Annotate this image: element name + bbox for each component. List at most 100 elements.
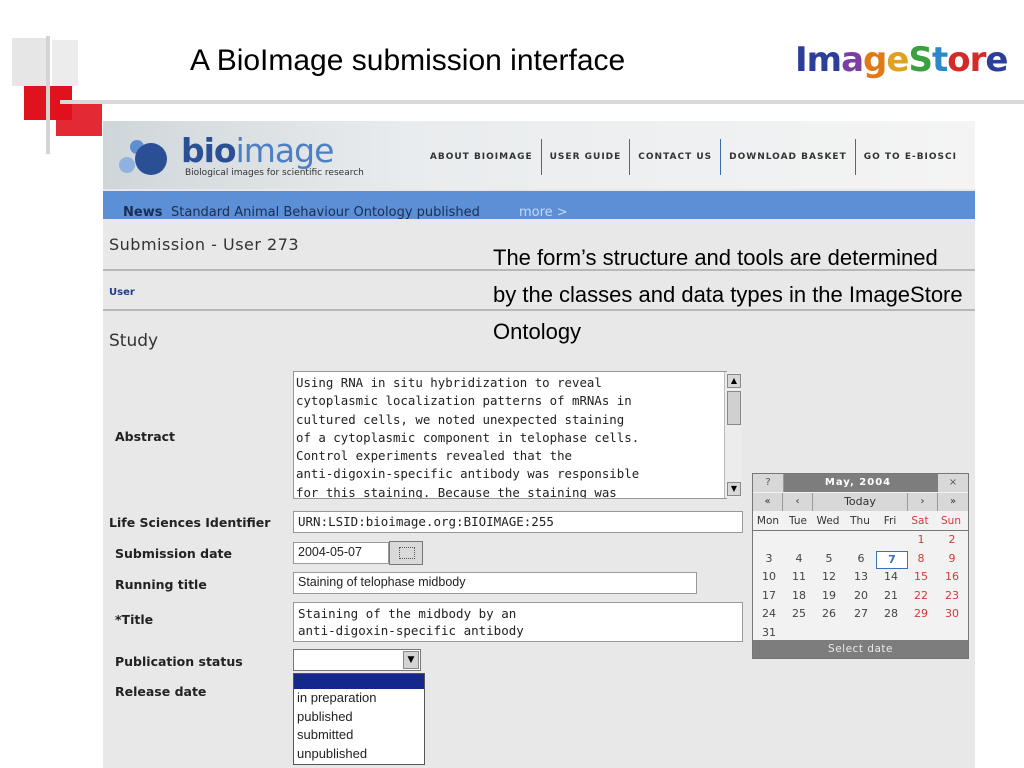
- calendar-day[interactable]: 15: [906, 569, 936, 585]
- bioimage-screenshot: bioimage Biological images for scientifi…: [103, 121, 975, 768]
- news-label: News: [123, 205, 163, 220]
- calendar-day[interactable]: 31: [754, 625, 784, 641]
- weekday-label: Thu: [850, 515, 870, 527]
- calendar-day[interactable]: 3: [754, 551, 784, 567]
- today-button[interactable]: Today: [813, 493, 908, 511]
- calendar-day[interactable]: 17: [754, 588, 784, 604]
- title-textarea[interactable]: Staining of the midbody by an anti-digox…: [293, 602, 743, 642]
- scroll-down-icon[interactable]: ▼: [727, 482, 741, 496]
- weekday-label: Wed: [816, 515, 840, 527]
- decor-block: [12, 38, 46, 86]
- logo-letter: t: [931, 40, 948, 80]
- calendar-picker-button[interactable]: [389, 541, 423, 565]
- release-date-label: Release date: [115, 684, 207, 699]
- user-link[interactable]: User: [109, 287, 135, 298]
- nav-download-basket[interactable]: DOWNLOAD BASKET: [721, 139, 856, 175]
- calendar-day[interactable]: 6: [846, 551, 876, 567]
- publication-status-label: Publication status: [115, 654, 243, 669]
- scroll-thumb[interactable]: [727, 391, 741, 425]
- calendar-day[interactable]: 19: [814, 588, 844, 604]
- calendar-day[interactable]: 14: [876, 569, 906, 585]
- calendar-day[interactable]: 30: [937, 606, 967, 622]
- calendar-day[interactable]: 27: [846, 606, 876, 622]
- weekday-label: Sat: [911, 515, 929, 527]
- help-icon[interactable]: ?: [753, 474, 784, 492]
- dropdown-option[interactable]: published: [294, 708, 424, 727]
- logo-letter: e: [985, 40, 1008, 80]
- abstract-label: Abstract: [115, 429, 176, 444]
- calendar-day[interactable]: 23: [937, 588, 967, 604]
- next-year-button[interactable]: »: [938, 493, 968, 511]
- calendar-day[interactable]: 2: [937, 532, 967, 548]
- logo-letter: S: [908, 40, 932, 80]
- calendar-day[interactable]: 4: [784, 551, 814, 567]
- prev-month-button[interactable]: ‹: [783, 493, 813, 511]
- weekday-label: Tue: [789, 515, 807, 527]
- next-month-button[interactable]: ›: [908, 493, 938, 511]
- prev-year-button[interactable]: «: [753, 493, 783, 511]
- calendar-day[interactable]: 1: [906, 532, 936, 548]
- calendar-day[interactable]: 10: [754, 569, 784, 585]
- calendar-weekdays: Mon Tue Wed Thu Fri Sat Sun: [753, 512, 968, 531]
- dropdown-option[interactable]: submitted: [294, 726, 424, 745]
- lsid-field[interactable]: URN:LSID:bioimage.org:BIOIMAGE:255: [293, 511, 743, 533]
- running-title-label: Running title: [115, 577, 207, 592]
- calendar-icon: [399, 547, 415, 559]
- news-more-link[interactable]: more >: [519, 205, 568, 220]
- decor-line: [60, 100, 1024, 104]
- submission-date-field[interactable]: 2004-05-07: [293, 542, 389, 564]
- nav-contact[interactable]: CONTACT US: [630, 139, 722, 175]
- weekday-label: Fri: [883, 515, 897, 527]
- calendar-day[interactable]: 22: [906, 588, 936, 604]
- calendar-day[interactable]: 9: [937, 551, 967, 567]
- imagestore-logo: ImageStore: [795, 40, 1008, 80]
- calendar-day[interactable]: 12: [814, 569, 844, 585]
- calendar-day[interactable]: 29: [906, 606, 936, 622]
- running-title-field[interactable]: Staining of telophase midbody: [293, 572, 697, 594]
- logo-letter: I: [795, 40, 808, 80]
- title-label: *Title: [115, 612, 154, 627]
- calendar-day[interactable]: 11: [784, 569, 814, 585]
- calendar-footer: Select date: [753, 640, 968, 658]
- calendar-day[interactable]: 25: [784, 606, 814, 622]
- calendar-day[interactable]: 28: [876, 606, 906, 622]
- calendar-day[interactable]: 7: [876, 550, 908, 569]
- decor-block: [56, 100, 102, 136]
- bioimage-logo-text: bioimage: [181, 131, 334, 170]
- nav-user-guide[interactable]: USER GUIDE: [542, 139, 631, 175]
- callout-text: The form’s structure and tools are deter…: [493, 245, 963, 344]
- calendar-day[interactable]: 18: [784, 588, 814, 604]
- calendar-day[interactable]: 24: [754, 606, 784, 622]
- chevron-down-icon[interactable]: ▼: [403, 651, 419, 669]
- calendar-day[interactable]: 5: [814, 551, 844, 567]
- weekday-label: Sun: [941, 515, 961, 527]
- abstract-textarea[interactable]: Using RNA in situ hybridization to revea…: [293, 371, 727, 499]
- bioimage-tagline: Biological images for scientific researc…: [185, 168, 364, 178]
- top-nav: ABOUT BIOIMAGE USER GUIDE CONTACT US DOW…: [422, 139, 965, 175]
- calendar-day[interactable]: 8: [906, 551, 936, 567]
- abstract-scrollbar[interactable]: ▲ ▼: [724, 372, 742, 498]
- logo-letter: o: [947, 40, 970, 80]
- close-icon[interactable]: ×: [938, 474, 968, 492]
- dropdown-option-empty[interactable]: [294, 674, 424, 689]
- publication-status-dropdown: in preparation published submitted unpub…: [293, 673, 425, 765]
- logo-letter: e: [886, 40, 909, 80]
- submission-date-label: Submission date: [115, 546, 232, 561]
- weekday-label: Mon: [756, 515, 780, 527]
- logo-letter: m: [806, 40, 842, 80]
- news-headline[interactable]: Standard Animal Behaviour Ontology publi…: [171, 205, 480, 220]
- logo-letter: g: [863, 40, 887, 80]
- calendar-day[interactable]: 20: [846, 588, 876, 604]
- dropdown-option[interactable]: in preparation: [294, 689, 424, 708]
- scroll-up-icon[interactable]: ▲: [727, 374, 741, 388]
- publication-status-select[interactable]: ▼: [293, 649, 421, 671]
- nav-about[interactable]: ABOUT BIOIMAGE: [422, 139, 542, 175]
- calendar-day[interactable]: 13: [846, 569, 876, 585]
- date-picker-popup: ? May, 2004 × « ‹ Today › » Mon Tue Wed …: [752, 473, 969, 659]
- calendar-day[interactable]: 26: [814, 606, 844, 622]
- nav-e-biosci[interactable]: GO TO E-BIOSCI: [856, 139, 965, 175]
- submission-title: Submission - User 273: [109, 235, 300, 254]
- calendar-day[interactable]: 21: [876, 588, 906, 604]
- dropdown-option[interactable]: unpublished: [294, 745, 424, 764]
- calendar-day[interactable]: 16: [937, 569, 967, 585]
